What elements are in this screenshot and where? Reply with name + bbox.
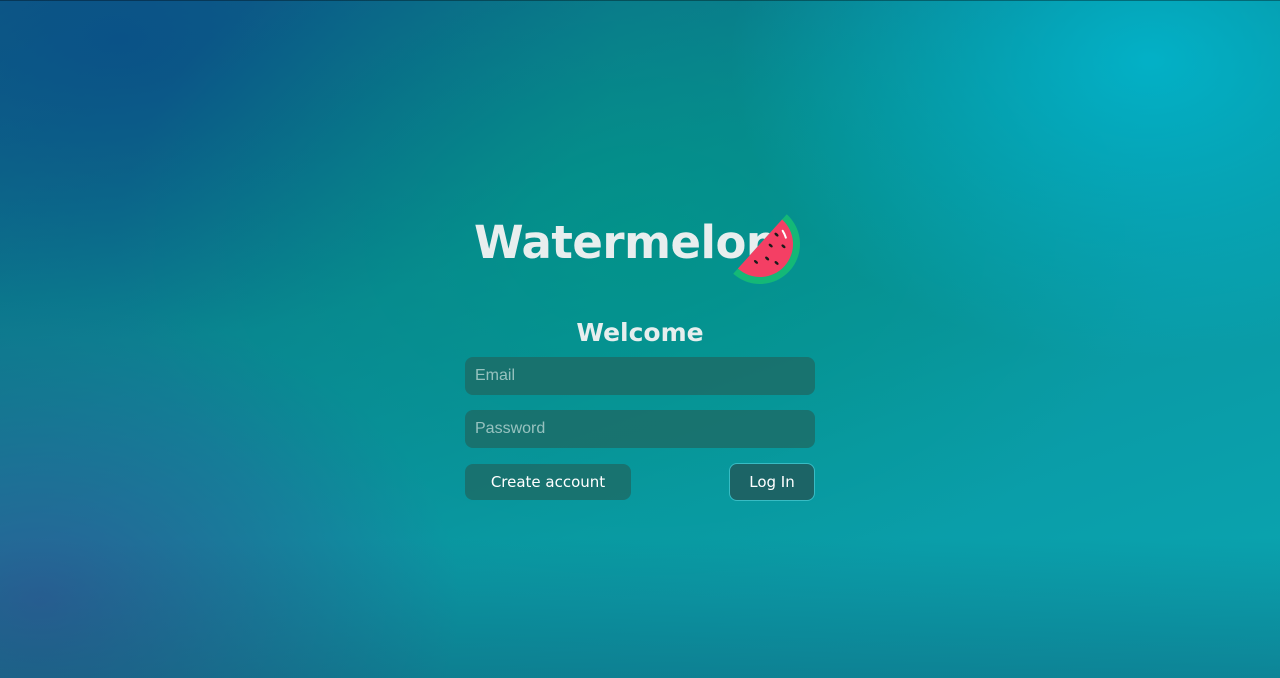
- watermelon-slice-icon: [733, 214, 800, 284]
- password-input[interactable]: [465, 410, 815, 448]
- log-in-button[interactable]: Log In: [729, 463, 815, 501]
- brand-logo: Watermelon: [474, 212, 814, 292]
- background-shade: [0, 538, 1280, 678]
- create-account-button[interactable]: Create account: [465, 464, 631, 500]
- welcome-heading: Welcome: [576, 318, 704, 347]
- window-top-edge: [0, 0, 1280, 1]
- email-input[interactable]: [465, 357, 815, 395]
